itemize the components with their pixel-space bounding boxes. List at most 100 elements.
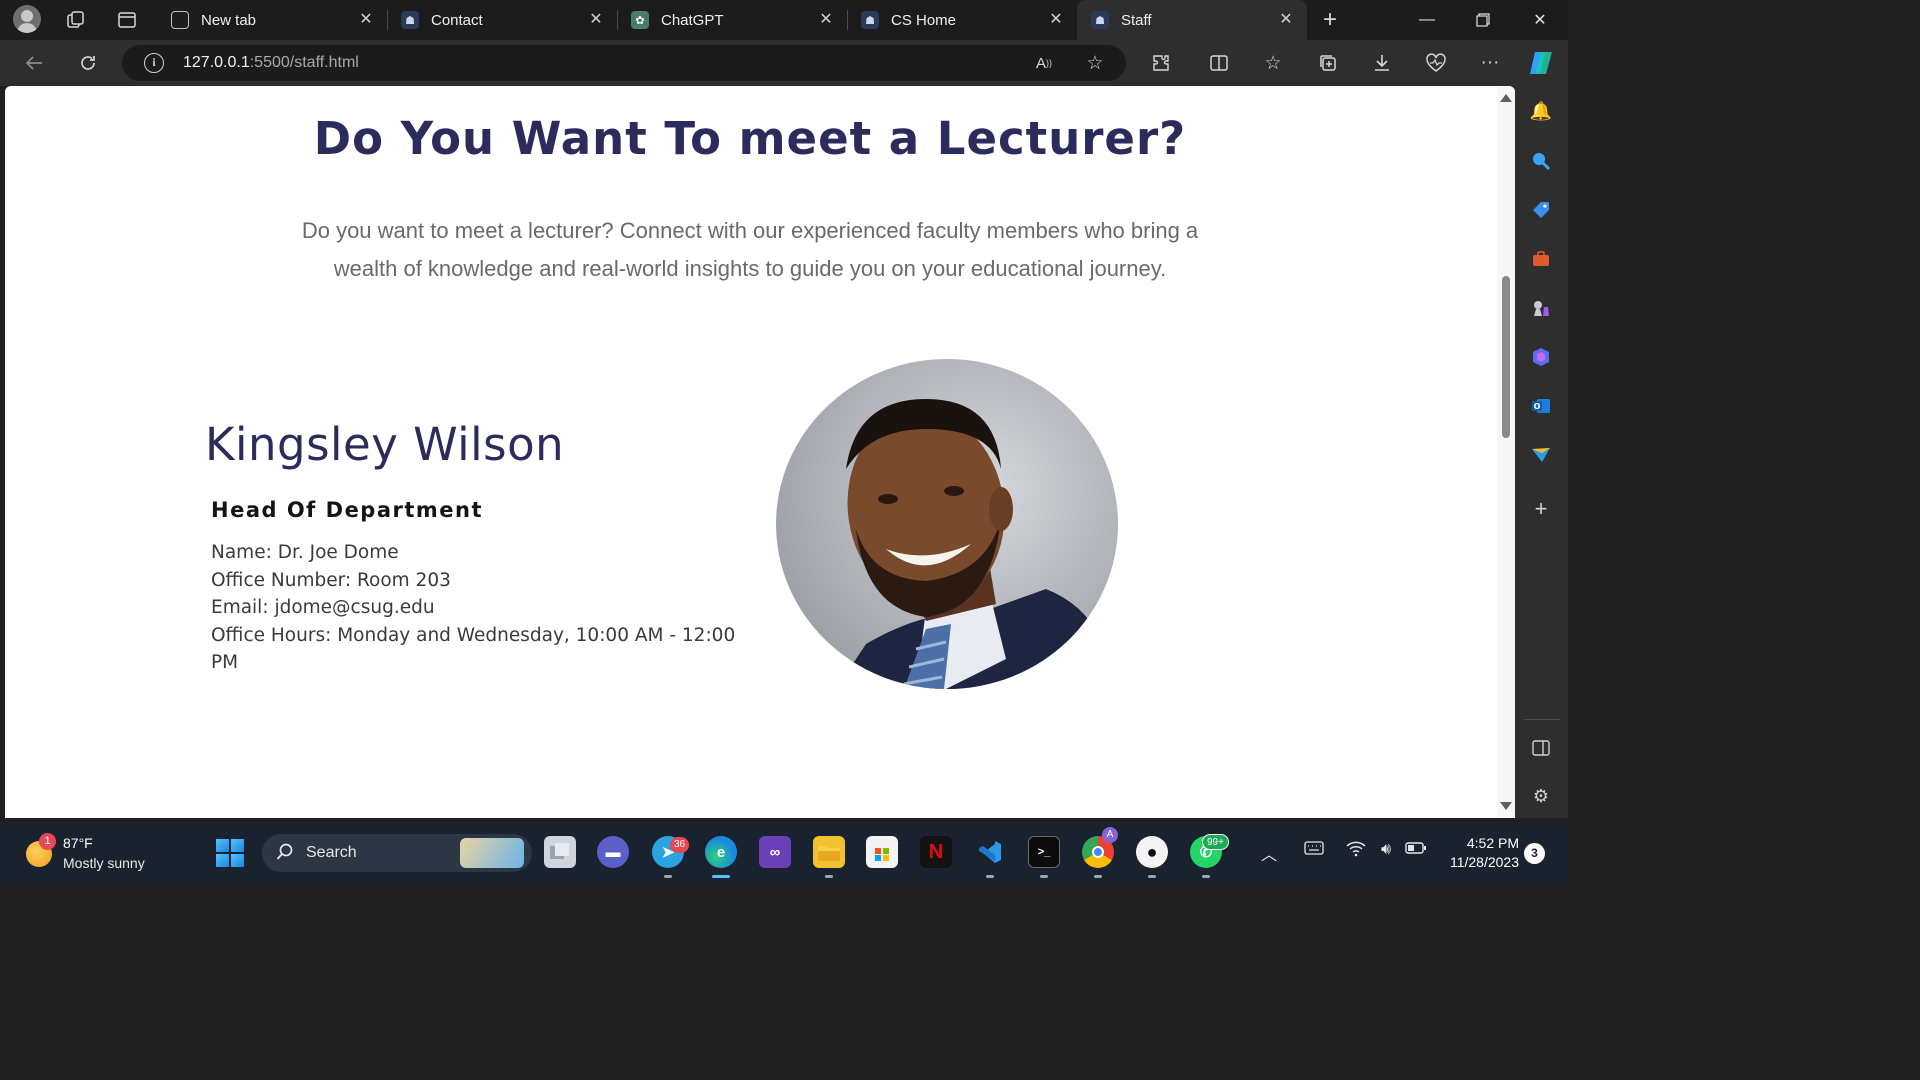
notifications-bell-icon[interactable]: 🔔 bbox=[1528, 98, 1554, 124]
back-icon[interactable] bbox=[18, 48, 50, 78]
scroll-down-icon[interactable] bbox=[1500, 802, 1512, 810]
windows-taskbar: 1 87°F Mostly sunny Search ▬ ➤ 36 e ∞ N … bbox=[0, 823, 1568, 882]
tab-cs-home[interactable]: ☗ CS Home ✕ bbox=[847, 0, 1077, 40]
netflix-icon[interactable]: N bbox=[920, 836, 952, 868]
restore-icon[interactable] bbox=[1455, 0, 1511, 40]
lecturer-detail-hours: Office Hours: Monday and Wednesday, 10:0… bbox=[211, 624, 736, 674]
clock-time[interactable]: 4:52 PM bbox=[1455, 835, 1519, 851]
tab-staff[interactable]: ☗ Staff ✕ bbox=[1077, 0, 1307, 40]
close-tab-icon[interactable]: ✕ bbox=[817, 11, 835, 29]
profile-avatar-icon[interactable] bbox=[13, 5, 41, 33]
volume-icon[interactable]: 🔊︎ bbox=[1374, 841, 1398, 865]
chatgpt-icon: ✿ bbox=[631, 11, 649, 29]
search-label: Search bbox=[306, 844, 357, 861]
url-host: 127.0.0.1 bbox=[183, 54, 250, 71]
downloads-icon[interactable] bbox=[1366, 48, 1398, 78]
tab-chatgpt[interactable]: ✿ ChatGPT ✕ bbox=[617, 0, 848, 40]
page-viewport: Do You Want To meet a Lecturer? Do you w… bbox=[5, 86, 1515, 818]
lecturer-photo bbox=[776, 359, 1118, 689]
tab-label: Contact bbox=[431, 11, 483, 29]
refresh-icon[interactable] bbox=[72, 48, 104, 78]
tab-label: Staff bbox=[1121, 11, 1152, 29]
shopping-tag-icon[interactable] bbox=[1528, 197, 1554, 223]
add-sidebar-app-icon[interactable]: + bbox=[1528, 496, 1554, 522]
file-explorer-indicator bbox=[825, 875, 833, 878]
vscode-indicator bbox=[986, 875, 994, 878]
collections-icon[interactable] bbox=[1312, 48, 1344, 78]
battery-icon[interactable] bbox=[1404, 841, 1428, 865]
edge-sidebar: 🔔 O + ⚙ bbox=[1515, 86, 1568, 818]
edge-indicator bbox=[712, 875, 730, 878]
site-info-icon[interactable]: i bbox=[144, 53, 164, 73]
weather-temperature: 87°F bbox=[63, 835, 93, 851]
search-highlight-image bbox=[460, 838, 524, 868]
extensions-icon[interactable] bbox=[1145, 48, 1177, 78]
scrollbar-thumb[interactable] bbox=[1502, 276, 1510, 438]
lecturer-detail-office: Office Number: Room 203 bbox=[211, 569, 451, 591]
svg-text:O: O bbox=[1534, 402, 1541, 411]
lecturer-role: Head Of Department bbox=[211, 498, 484, 522]
favorites-icon[interactable]: ☆ bbox=[1257, 48, 1289, 78]
notification-count-badge[interactable]: 3 bbox=[1524, 843, 1545, 864]
tab-contact[interactable]: ☗ Contact ✕ bbox=[387, 0, 618, 40]
sidebar-settings-gear-icon[interactable]: ⚙ bbox=[1528, 783, 1554, 809]
site-favicon: ☗ bbox=[401, 11, 419, 29]
weather-badge: 1 bbox=[39, 833, 56, 850]
windows-start-icon[interactable] bbox=[216, 839, 244, 867]
whatsapp-indicator bbox=[1202, 875, 1210, 878]
terminal-indicator bbox=[1040, 875, 1048, 878]
visual-studio-preview-icon[interactable]: ∞ bbox=[759, 836, 791, 868]
favorite-star-icon[interactable]: ☆ bbox=[1079, 48, 1111, 78]
close-tab-icon[interactable]: ✕ bbox=[1277, 11, 1295, 29]
outlook-icon[interactable]: O bbox=[1528, 393, 1554, 419]
search-icon[interactable] bbox=[1528, 148, 1554, 174]
vscode-icon[interactable] bbox=[974, 836, 1006, 868]
taskbar-search[interactable]: Search bbox=[262, 834, 532, 872]
close-tab-icon[interactable]: ✕ bbox=[1047, 11, 1065, 29]
games-chess-icon[interactable] bbox=[1528, 295, 1554, 321]
microsoft-365-icon[interactable] bbox=[1528, 344, 1554, 370]
file-explorer-icon[interactable] bbox=[813, 836, 845, 868]
browser-toolbar: i 127.0.0.1:5500/staff.html A)) ☆ ☆ ··· bbox=[0, 40, 1568, 86]
address-bar[interactable]: i 127.0.0.1:5500/staff.html A)) ☆ bbox=[122, 45, 1126, 81]
search-icon bbox=[276, 843, 294, 861]
edge-browser-icon[interactable]: e bbox=[705, 836, 737, 868]
tools-briefcase-icon[interactable] bbox=[1528, 246, 1554, 272]
task-view-icon[interactable] bbox=[544, 836, 576, 868]
weather-description: Mostly sunny bbox=[63, 855, 145, 871]
wifi-icon[interactable] bbox=[1344, 841, 1368, 865]
tab-label: ChatGPT bbox=[661, 11, 724, 29]
new-tab-plus-icon[interactable]: + bbox=[1316, 6, 1344, 34]
close-tab-icon[interactable]: ✕ bbox=[587, 11, 605, 29]
intro-paragraph: Do you want to meet a lecturer? Connect … bbox=[301, 218, 1199, 281]
page-scrollbar[interactable] bbox=[1497, 86, 1515, 818]
close-window-icon[interactable]: ✕ bbox=[1512, 0, 1568, 40]
teams-chat-icon[interactable]: ▬ bbox=[597, 836, 629, 868]
keyboard-icon[interactable] bbox=[1302, 841, 1326, 865]
browser-title-bar: New tab ✕ ☗ Contact ✕ ✿ ChatGPT ✕ ☗ CS H… bbox=[0, 0, 1568, 40]
tab-actions-icon[interactable] bbox=[113, 6, 141, 34]
split-screen-icon[interactable] bbox=[1203, 48, 1235, 78]
drop-send-icon[interactable] bbox=[1528, 442, 1554, 468]
show-hidden-icons-icon[interactable]: ︿ bbox=[1257, 841, 1281, 865]
lecturer-detail-name: Name: Dr. Joe Dome bbox=[211, 542, 399, 563]
github-icon[interactable]: ● bbox=[1136, 836, 1168, 868]
browser-essentials-icon[interactable] bbox=[1420, 48, 1452, 78]
site-favicon: ☗ bbox=[861, 11, 879, 29]
github-indicator bbox=[1148, 875, 1156, 878]
close-tab-icon[interactable]: ✕ bbox=[357, 11, 375, 29]
scroll-up-icon[interactable] bbox=[1500, 94, 1512, 102]
url-text[interactable]: 127.0.0.1:5500/staff.html bbox=[183, 54, 359, 72]
workspaces-icon[interactable] bbox=[62, 6, 90, 34]
tab-label: New tab bbox=[201, 11, 257, 29]
microsoft-store-icon[interactable] bbox=[866, 836, 898, 868]
terminal-icon[interactable]: >_ bbox=[1028, 836, 1060, 868]
minimize-icon[interactable]: — bbox=[1399, 0, 1455, 40]
copilot-icon[interactable] bbox=[1524, 48, 1558, 78]
clock-date[interactable]: 11/28/2023 bbox=[1436, 854, 1519, 870]
telegram-indicator bbox=[664, 875, 672, 878]
read-aloud-icon[interactable]: A)) bbox=[1028, 48, 1060, 78]
more-options-icon[interactable]: ··· bbox=[1474, 48, 1506, 78]
tab-new-tab[interactable]: New tab ✕ bbox=[157, 0, 388, 40]
hide-sidebar-icon[interactable] bbox=[1528, 735, 1554, 761]
